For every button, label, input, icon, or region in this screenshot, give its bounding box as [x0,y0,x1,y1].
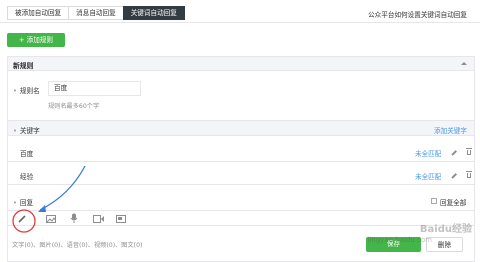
watermark-logo: Baidu经验 [419,224,472,235]
pointer-arrow [39,165,86,211]
arrow-head-icon [38,205,46,212]
watermark-url: jingyan.baidu.com [367,236,432,244]
watermark: Baidu经验 jingyan.baidu.com [367,212,480,262]
highlight-circle [12,209,36,233]
